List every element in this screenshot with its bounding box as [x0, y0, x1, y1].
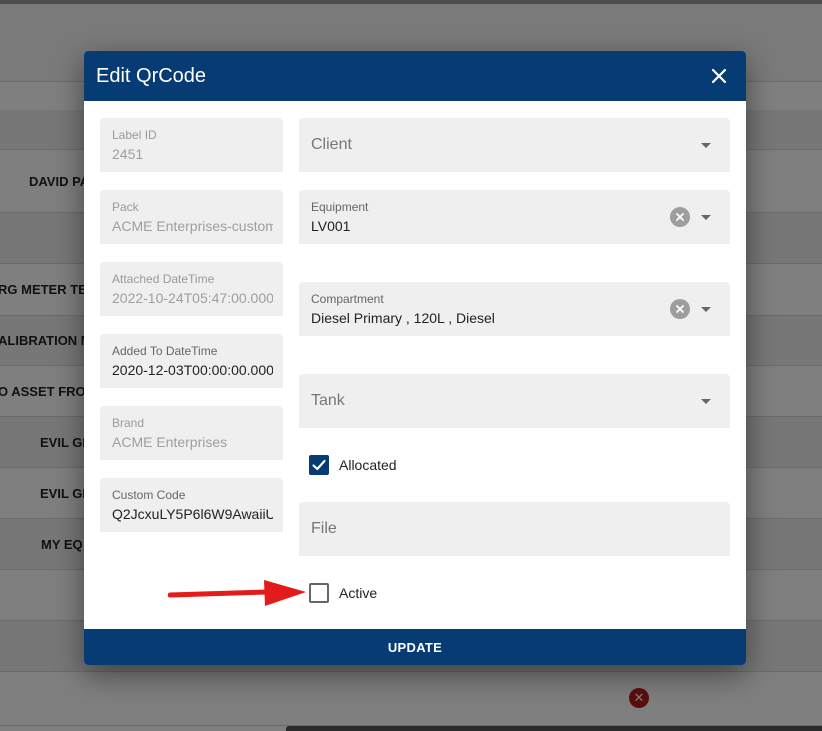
field-label: Compartment	[311, 292, 384, 306]
allocated-checkbox-row[interactable]: Allocated	[309, 455, 397, 475]
close-icon	[711, 68, 727, 84]
field-value: 2451	[112, 146, 144, 162]
file-input[interactable]: File	[299, 502, 730, 556]
field-value: 2020-12-03T00:00:00.000	[112, 362, 273, 378]
clear-circle-icon[interactable]	[670, 299, 690, 319]
field-value: ACME Enterprises-custom	[112, 218, 273, 234]
active-checkbox-row[interactable]: Active	[309, 583, 377, 603]
field-value: LV001	[311, 218, 351, 234]
equipment-select[interactable]: Equipment LV001	[299, 190, 730, 244]
client-select[interactable]: Client	[299, 118, 730, 172]
field-label: Brand	[112, 416, 145, 430]
active-label: Active	[339, 585, 378, 601]
allocated-label: Allocated	[339, 457, 397, 473]
field-label: Attached DateTime	[112, 272, 215, 286]
tank-select[interactable]: Tank	[299, 374, 730, 428]
check-icon	[312, 459, 326, 471]
custom-code-field[interactable]: Custom Code Q2JcxuLY5P6l6W9AwaiiU	[100, 478, 283, 532]
field-label: Added To DateTime	[112, 344, 218, 358]
field-label: Label ID	[112, 128, 157, 142]
dialog-title: Edit QrCode	[96, 64, 207, 87]
tank-placeholder: Tank	[311, 392, 345, 409]
label-id-field: Label ID 2451	[100, 118, 283, 172]
chevron-down-icon[interactable]	[701, 399, 711, 404]
field-label: Pack	[112, 200, 139, 214]
field-value: 2022-10-24T05:47:00.000	[112, 290, 273, 306]
active-checkbox[interactable]	[309, 583, 329, 603]
chevron-down-icon[interactable]	[701, 215, 711, 220]
field-label: Custom Code	[112, 488, 186, 502]
close-button[interactable]	[706, 63, 732, 89]
field-label: Equipment	[311, 200, 369, 214]
pack-field: Pack ACME Enterprises-custom	[100, 190, 283, 244]
chevron-down-icon[interactable]	[701, 143, 711, 148]
field-value: Q2JcxuLY5P6l6W9AwaiiU	[112, 506, 273, 522]
dialog-header: Edit QrCode	[84, 51, 746, 101]
added-to-datetime-field[interactable]: Added To DateTime 2020-12-03T00:00:00.00…	[100, 334, 283, 388]
client-placeholder: Client	[311, 136, 352, 153]
compartment-select[interactable]: Compartment Diesel Primary , 120L , Dies…	[299, 282, 730, 336]
chevron-down-icon[interactable]	[701, 307, 711, 312]
file-placeholder: File	[311, 520, 337, 537]
brand-field: Brand ACME Enterprises	[100, 406, 283, 460]
field-value: ACME Enterprises	[112, 434, 228, 450]
update-button[interactable]: UPDATE	[84, 629, 746, 665]
allocated-checkbox[interactable]	[309, 455, 329, 475]
attached-datetime-field: Attached DateTime 2022-10-24T05:47:00.00…	[100, 262, 283, 316]
clear-circle-icon[interactable]	[670, 207, 690, 227]
red-arrow-icon	[168, 580, 306, 606]
field-value: Diesel Primary , 120L , Diesel	[311, 310, 495, 326]
edit-qrcode-dialog: Edit QrCode Label ID 2451 Pack ACME Ente…	[84, 51, 746, 665]
